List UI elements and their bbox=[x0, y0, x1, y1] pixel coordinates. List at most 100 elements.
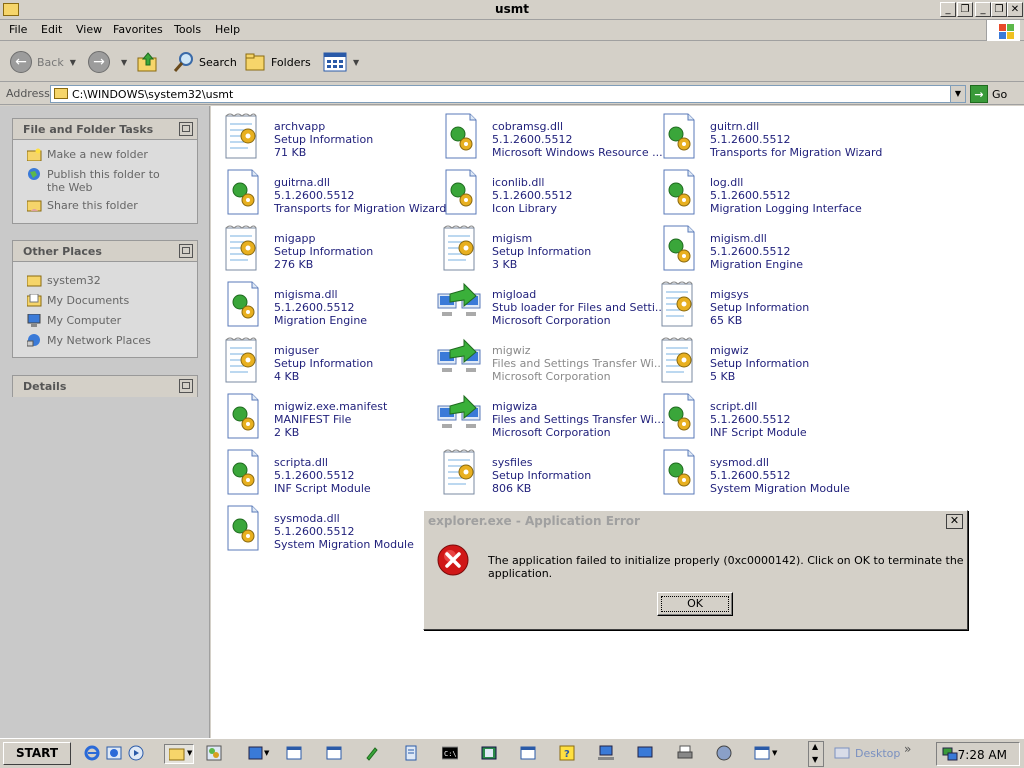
clock[interactable]: 7:28 AM bbox=[958, 748, 1007, 762]
up-folder-button[interactable] bbox=[136, 50, 160, 74]
scroll-down-icon[interactable]: ▼ bbox=[812, 755, 818, 764]
window-icon[interactable] bbox=[520, 745, 536, 761]
file-item[interactable]: migsys Setup Information 65 KB bbox=[654, 280, 872, 336]
chevron-down-icon: ▼ bbox=[353, 57, 360, 67]
notepad-icon[interactable] bbox=[403, 745, 419, 761]
menu-edit[interactable]: Edit bbox=[41, 23, 62, 36]
collapse-icon[interactable] bbox=[179, 244, 193, 258]
place-my-network-places[interactable]: My Network Places bbox=[13, 334, 197, 347]
file-item[interactable]: miguser Setup Information 4 KB bbox=[218, 336, 436, 392]
forward-button[interactable]: → ▼ bbox=[88, 50, 127, 74]
book-icon[interactable] bbox=[481, 745, 497, 761]
file-name: migism bbox=[492, 232, 533, 245]
menu-view[interactable]: View bbox=[76, 23, 102, 36]
task-group-icon[interactable] bbox=[248, 745, 264, 761]
file-name: migisma.dll bbox=[274, 288, 338, 301]
minimize-button[interactable]: _ bbox=[940, 2, 956, 17]
file-item[interactable]: script.dll 5.1.2600.5512 INF Script Module bbox=[654, 392, 872, 448]
file-item[interactable]: migwiz Setup Information 5 KB bbox=[654, 336, 872, 392]
file-item[interactable]: migism.dll 5.1.2600.5512 Migration Engine bbox=[654, 224, 872, 280]
file-detail: Microsoft Corporation bbox=[492, 426, 611, 439]
other-places-panel: Other Places system32 My Documents My Co… bbox=[12, 240, 198, 358]
toolbar-chevron[interactable]: » bbox=[904, 742, 911, 756]
display-icon[interactable] bbox=[637, 745, 653, 761]
menu-favorites[interactable]: Favorites bbox=[113, 23, 163, 36]
command-prompt-icon[interactable]: C:\ bbox=[442, 745, 458, 761]
file-item[interactable]: scripta.dll 5.1.2600.5512 INF Script Modul… bbox=[218, 448, 436, 504]
printer-icon[interactable] bbox=[677, 745, 693, 761]
panel-header[interactable]: File and Folder Tasks bbox=[13, 119, 197, 140]
taskbar-scroll-buttons[interactable]: ▲ ▼ bbox=[808, 741, 824, 767]
network-tray-icon[interactable] bbox=[942, 746, 958, 762]
restore-button-right[interactable]: ❐ bbox=[991, 2, 1007, 17]
file-item[interactable]: migisma.dll 5.1.2600.5512 Migration Engine bbox=[218, 280, 436, 336]
file-item[interactable]: guitrn.dll 5.1.2600.5512 Transports for Mi… bbox=[654, 112, 882, 168]
file-detail: 806 KB bbox=[492, 482, 532, 495]
dialog-close-button[interactable]: ✕ bbox=[946, 514, 963, 529]
back-button[interactable]: ← Back ▼ bbox=[10, 50, 76, 74]
outlook-express-icon[interactable] bbox=[106, 745, 122, 761]
help-icon[interactable]: ? bbox=[559, 745, 575, 761]
scroll-up-icon[interactable]: ▲ bbox=[812, 742, 818, 751]
search-button[interactable]: Search bbox=[172, 50, 237, 74]
network-icon[interactable] bbox=[598, 745, 614, 761]
application-error-dialog: explorer.exe - Application Error ✕ The a… bbox=[423, 510, 968, 630]
menu-help[interactable]: Help bbox=[215, 23, 240, 36]
start-button[interactable]: START bbox=[3, 742, 71, 765]
file-item[interactable]: cobramsg.dll 5.1.2600.5512 Microsoft Windo… bbox=[436, 112, 663, 168]
internet-explorer-icon[interactable] bbox=[84, 745, 100, 761]
menu-file[interactable]: File bbox=[9, 23, 27, 36]
restore-button[interactable]: ❐ bbox=[957, 2, 973, 17]
window-icon[interactable] bbox=[286, 745, 302, 761]
file-item[interactable]: migism Setup Information 3 KB bbox=[436, 224, 654, 280]
dll-icon bbox=[445, 169, 477, 215]
file-name: miguser bbox=[274, 344, 319, 357]
close-button[interactable]: ✕ bbox=[1007, 2, 1023, 17]
file-item[interactable]: iconlib.dll 5.1.2600.5512 Icon Library bbox=[436, 168, 654, 224]
desktop-toolbar-label[interactable]: Desktop bbox=[855, 747, 900, 760]
title-bar: usmt _ ❐ _ ❐ ✕ bbox=[0, 0, 1024, 20]
panel-header[interactable]: Details bbox=[13, 376, 197, 397]
folders-button[interactable]: Folders bbox=[244, 50, 311, 74]
media-player-icon[interactable] bbox=[128, 745, 144, 761]
address-input[interactable]: C:\WINDOWS\system32\usmt ▼ bbox=[50, 85, 966, 103]
minimize-button-right[interactable]: _ bbox=[975, 2, 991, 17]
taskbar-explorer-window[interactable]: ▼ bbox=[164, 744, 194, 764]
file-item[interactable]: sysfiles Setup Information 806 KB bbox=[436, 448, 654, 504]
file-item[interactable]: sysmod.dll 5.1.2600.5512 System Migration … bbox=[654, 448, 872, 504]
window-icon[interactable] bbox=[326, 745, 342, 761]
share-folder-link[interactable]: Share this folder bbox=[13, 199, 197, 212]
file-item[interactable]: guitrna.dll 5.1.2600.5512 Transports for M… bbox=[218, 168, 446, 224]
pen-icon[interactable] bbox=[364, 745, 380, 761]
place-my-computer[interactable]: My Computer bbox=[13, 314, 197, 327]
dll-icon bbox=[227, 281, 259, 327]
file-item[interactable]: migload Stub loader for Files and Setti..… bbox=[436, 280, 665, 336]
file-item[interactable]: migwiza Files and Settings Transfer Wi...… bbox=[436, 392, 664, 448]
file-type: 5.1.2600.5512 bbox=[710, 469, 791, 482]
menu-tools[interactable]: Tools bbox=[174, 23, 201, 36]
svg-text:C:\: C:\ bbox=[444, 750, 457, 758]
ok-button[interactable]: OK bbox=[657, 592, 733, 616]
file-item[interactable]: log.dll 5.1.2600.5512 Migration Logging In… bbox=[654, 168, 872, 224]
place-system32[interactable]: system32 bbox=[13, 274, 197, 287]
panel-header[interactable]: Other Places bbox=[13, 241, 197, 262]
file-item[interactable]: archvapp Setup Information 71 KB bbox=[218, 112, 436, 168]
make-new-folder-link[interactable]: Make a new folder bbox=[13, 148, 197, 161]
expand-icon[interactable] bbox=[179, 379, 193, 393]
views-button[interactable]: ▼ bbox=[323, 50, 359, 74]
folders-label: Folders bbox=[271, 55, 311, 69]
control-panel-icon[interactable] bbox=[206, 745, 222, 761]
file-item[interactable]: sysmoda.dll 5.1.2600.5512 System Migration… bbox=[218, 504, 436, 560]
window-group-icon[interactable] bbox=[754, 745, 770, 761]
address-dropdown-button[interactable]: ▼ bbox=[950, 86, 965, 102]
publish-folder-link[interactable]: Publish this folder to the Web bbox=[13, 168, 173, 194]
place-my-documents[interactable]: My Documents bbox=[13, 294, 197, 307]
go-button[interactable]: → Go bbox=[970, 85, 1007, 103]
file-detail: Microsoft Corporation bbox=[492, 370, 611, 383]
file-item[interactable]: migwiz.exe.manifest MANIFEST File 2 KB bbox=[218, 392, 436, 448]
taskbar: START ▼ ▼ C:\ ? ▼ ▲ ▼ Desktop » 7:28 AM bbox=[0, 738, 1024, 768]
collapse-icon[interactable] bbox=[179, 122, 193, 136]
file-item[interactable]: migapp Setup Information 276 KB bbox=[218, 224, 436, 280]
globe-icon[interactable] bbox=[716, 745, 732, 761]
file-item[interactable]: migwiz Files and Settings Transfer Wi... M… bbox=[436, 336, 664, 392]
